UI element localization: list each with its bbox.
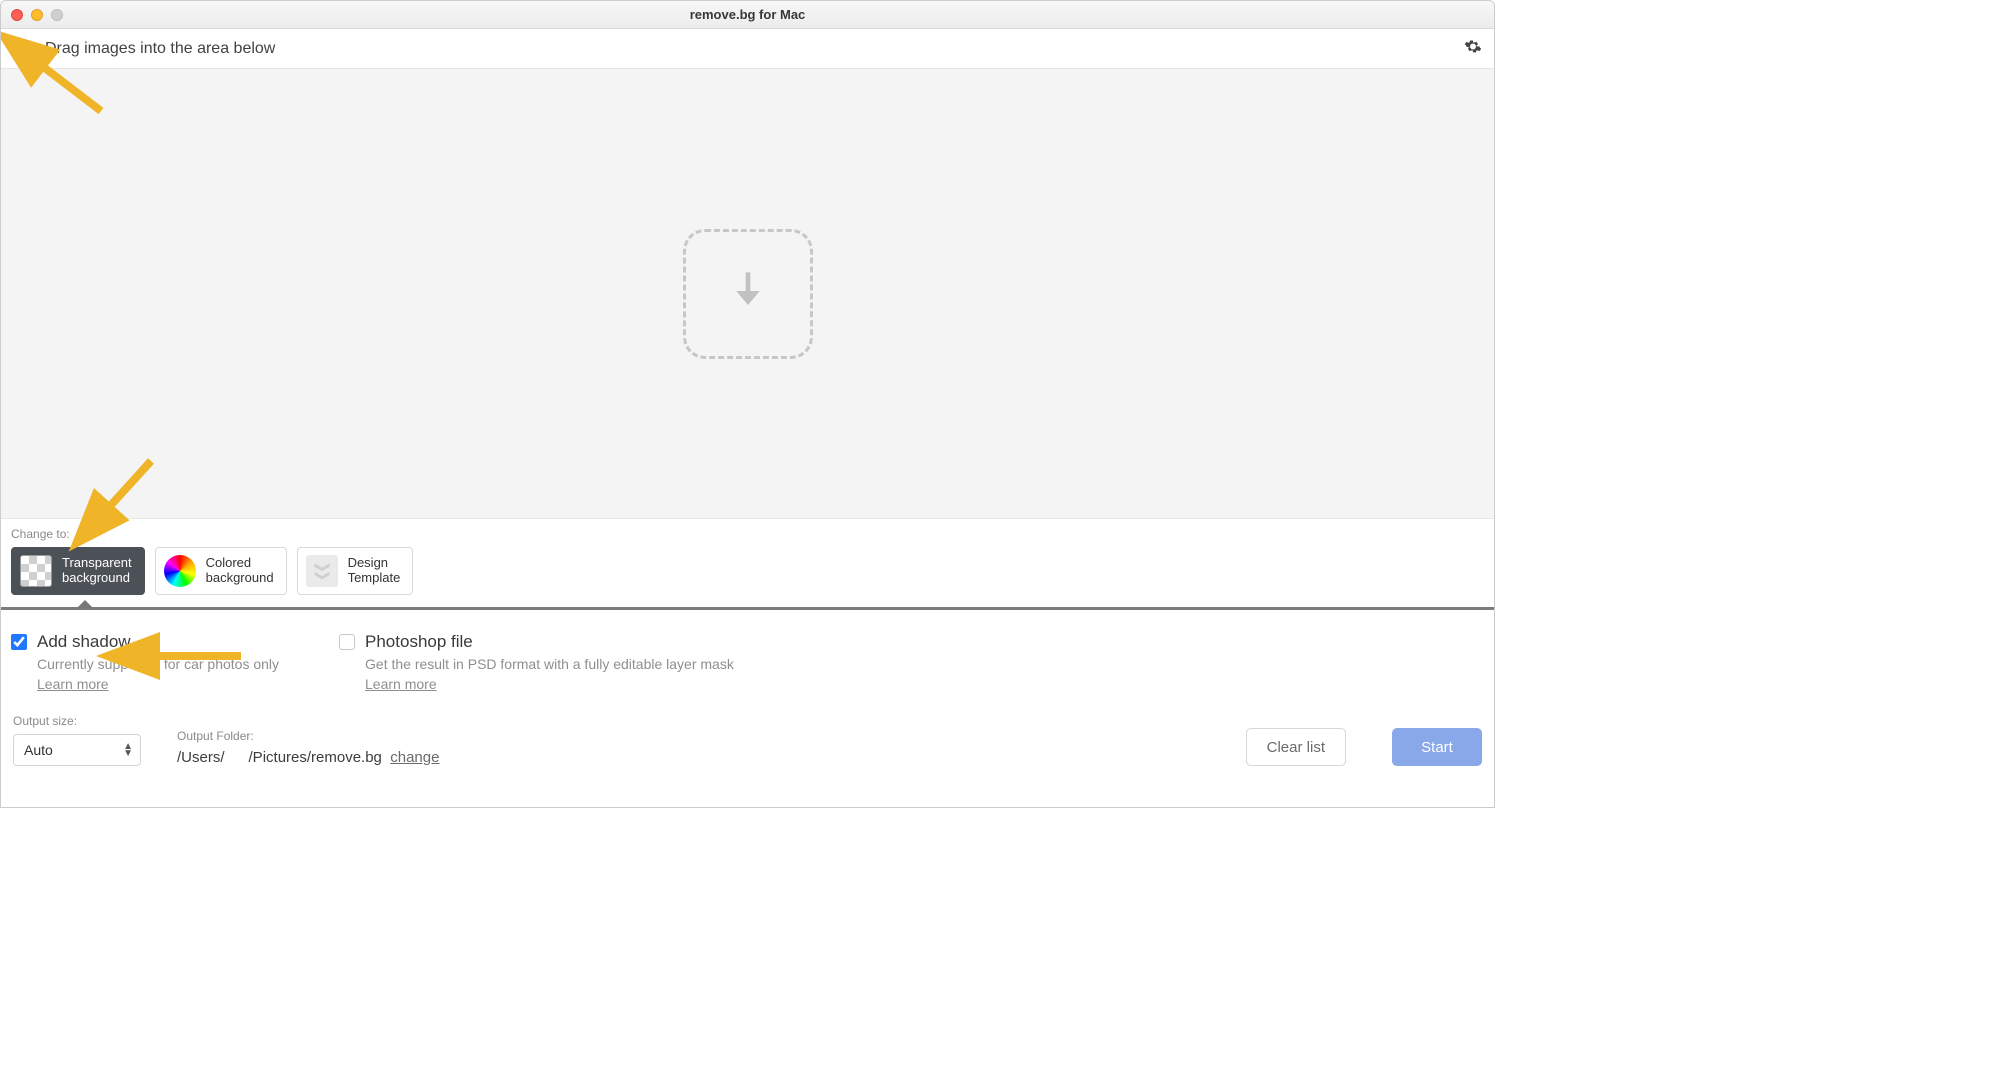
drop-area[interactable] (1, 69, 1494, 519)
option-transparent-background[interactable]: Transparent background (11, 547, 145, 595)
bottom-row: Output size: Auto ▲▼ Output Folder: /Use… (1, 704, 1494, 780)
add-shadow-desc: Currently supported for car photos only (37, 656, 279, 672)
option-label: Colored background (206, 556, 274, 586)
output-folder-field: Output Folder: /Users/ /Pictures/remove.… (177, 729, 439, 766)
window-title: remove.bg for Mac (1, 7, 1494, 22)
option-colored-background[interactable]: Colored background (155, 547, 287, 595)
output-folder-label: Output Folder: (177, 729, 439, 743)
output-size-select[interactable]: Auto (13, 734, 141, 766)
drag-hint-text: Drag images into the area below (45, 40, 275, 58)
background-options: Transparent background Colored backgroun… (11, 547, 1484, 595)
output-folder-seg1: /Users/ (177, 749, 225, 766)
gear-icon (1464, 42, 1482, 59)
change-to-section: Change to: Transparent background Colore… (1, 519, 1494, 607)
output-folder-seg2: /Pictures/remove.bg (249, 749, 382, 766)
template-icon (306, 555, 338, 587)
download-arrow-icon (720, 263, 776, 324)
add-shadow-option: Add shadow Currently supported for car p… (11, 632, 279, 694)
titlebar: remove.bg for Mac (1, 1, 1494, 29)
toolbar: Drag images into the area below (1, 29, 1494, 69)
settings-button[interactable] (1464, 37, 1482, 60)
plus-icon (12, 37, 30, 60)
change-to-label: Change to: (11, 527, 1484, 541)
app-window: remove.bg for Mac Drag images into the a… (0, 0, 1495, 808)
photoshop-file-title: Photoshop file (365, 632, 473, 652)
add-shadow-checkbox[interactable] (11, 634, 27, 650)
colorwheel-icon (164, 555, 196, 587)
drop-placeholder (683, 229, 813, 359)
add-shadow-title: Add shadow (37, 632, 131, 652)
option-label: Design Template (348, 556, 401, 586)
output-size-field: Output size: Auto ▲▼ (13, 714, 141, 766)
add-shadow-learn-more-link[interactable]: Learn more (37, 676, 109, 692)
photoshop-file-desc: Get the result in PSD format with a full… (365, 656, 734, 672)
add-images-button[interactable] (11, 39, 31, 59)
option-label: Transparent background (62, 556, 132, 586)
change-folder-link[interactable]: change (390, 749, 439, 766)
photoshop-file-option: Photoshop file Get the result in PSD for… (339, 632, 734, 694)
options-row: Add shadow Currently supported for car p… (1, 610, 1494, 704)
photoshop-file-learn-more-link[interactable]: Learn more (365, 676, 437, 692)
output-size-label: Output size: (13, 714, 141, 728)
option-design-template[interactable]: Design Template (297, 547, 414, 595)
active-option-caret-icon (77, 600, 93, 608)
photoshop-file-checkbox[interactable] (339, 634, 355, 650)
transparent-thumb-icon (20, 555, 52, 587)
start-button[interactable]: Start (1392, 728, 1482, 766)
clear-list-button[interactable]: Clear list (1246, 728, 1346, 766)
